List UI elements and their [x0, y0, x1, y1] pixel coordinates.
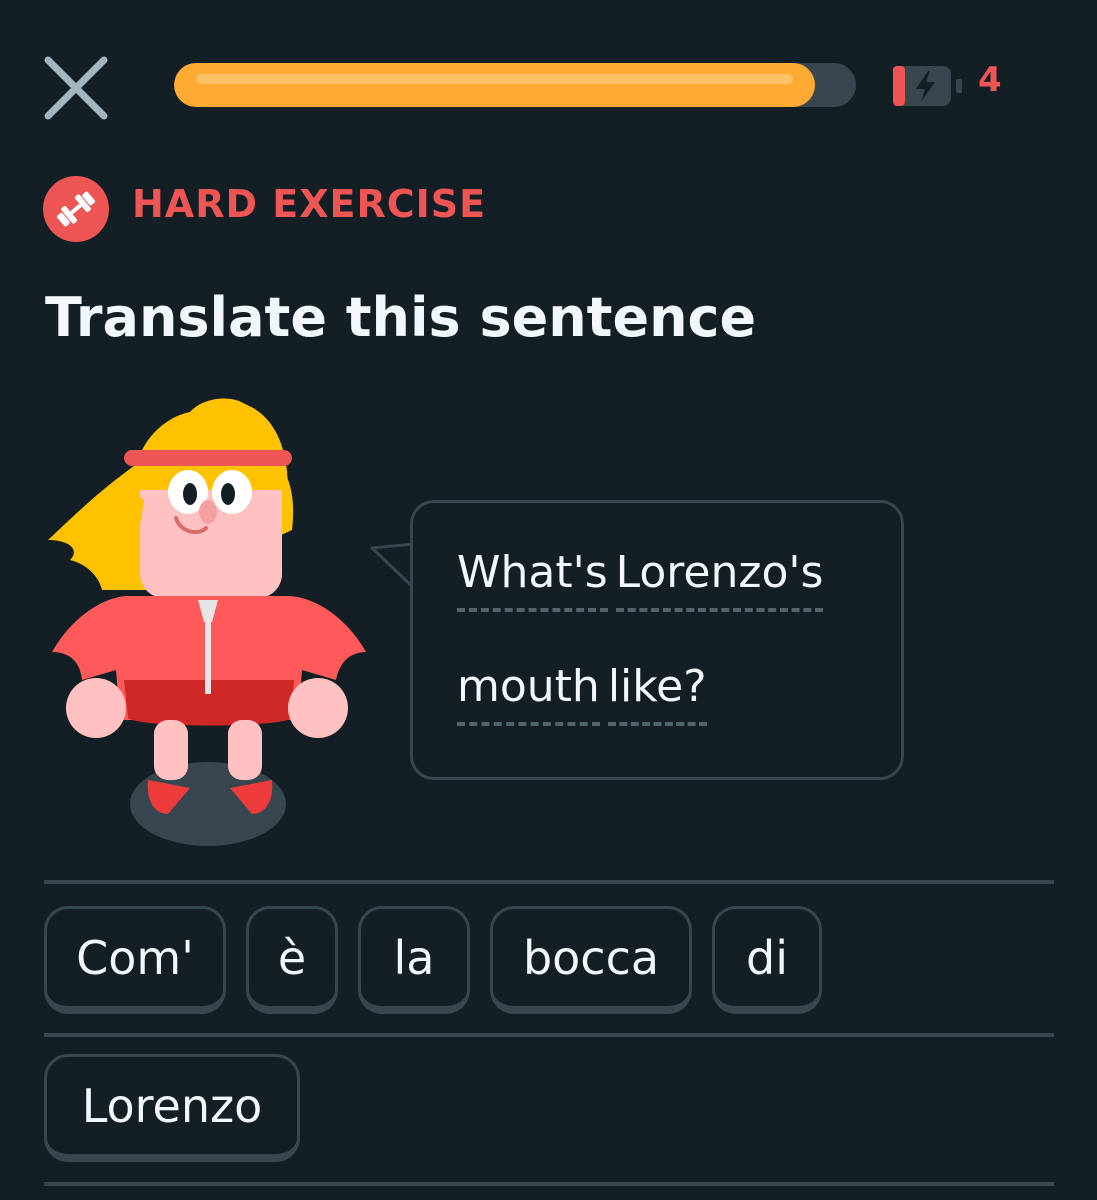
energy-count: 4: [978, 60, 1002, 100]
answer-line: [44, 1033, 1054, 1037]
dumbbell-icon: [43, 176, 109, 242]
answer-line: [44, 1182, 1054, 1186]
answer-line: [44, 880, 1054, 884]
prompt-title: Translate this sentence: [45, 286, 757, 349]
word-chip[interactable]: di: [712, 906, 822, 1014]
lesson-progress-bar: [174, 63, 856, 107]
word-chip[interactable]: Lorenzo: [44, 1054, 300, 1162]
progress-shine: [196, 74, 794, 84]
progress-fill: [174, 63, 816, 107]
battery-lightning-icon: [893, 66, 962, 106]
speech-bubble: What's Lorenzo's mouth like?: [410, 500, 904, 780]
speech-bubble-tail: [370, 540, 414, 592]
hint-word[interactable]: like?: [607, 661, 707, 726]
word-chip[interactable]: è: [246, 906, 338, 1014]
hint-word[interactable]: mouth: [457, 661, 600, 726]
lily-character: [48, 398, 366, 846]
hard-exercise-label: HARD EXERCISE: [132, 182, 487, 226]
hint-word[interactable]: What's: [457, 547, 608, 612]
word-chip[interactable]: la: [358, 906, 470, 1014]
word-chip[interactable]: Com': [44, 906, 226, 1014]
hint-word[interactable]: Lorenzo's: [615, 547, 824, 612]
close-button[interactable]: [40, 52, 112, 124]
sentence-line-1: What's Lorenzo's: [457, 547, 831, 612]
word-chip[interactable]: bocca: [490, 906, 692, 1014]
close-icon: [44, 56, 108, 120]
sentence-line-2: mouth like?: [457, 661, 715, 726]
